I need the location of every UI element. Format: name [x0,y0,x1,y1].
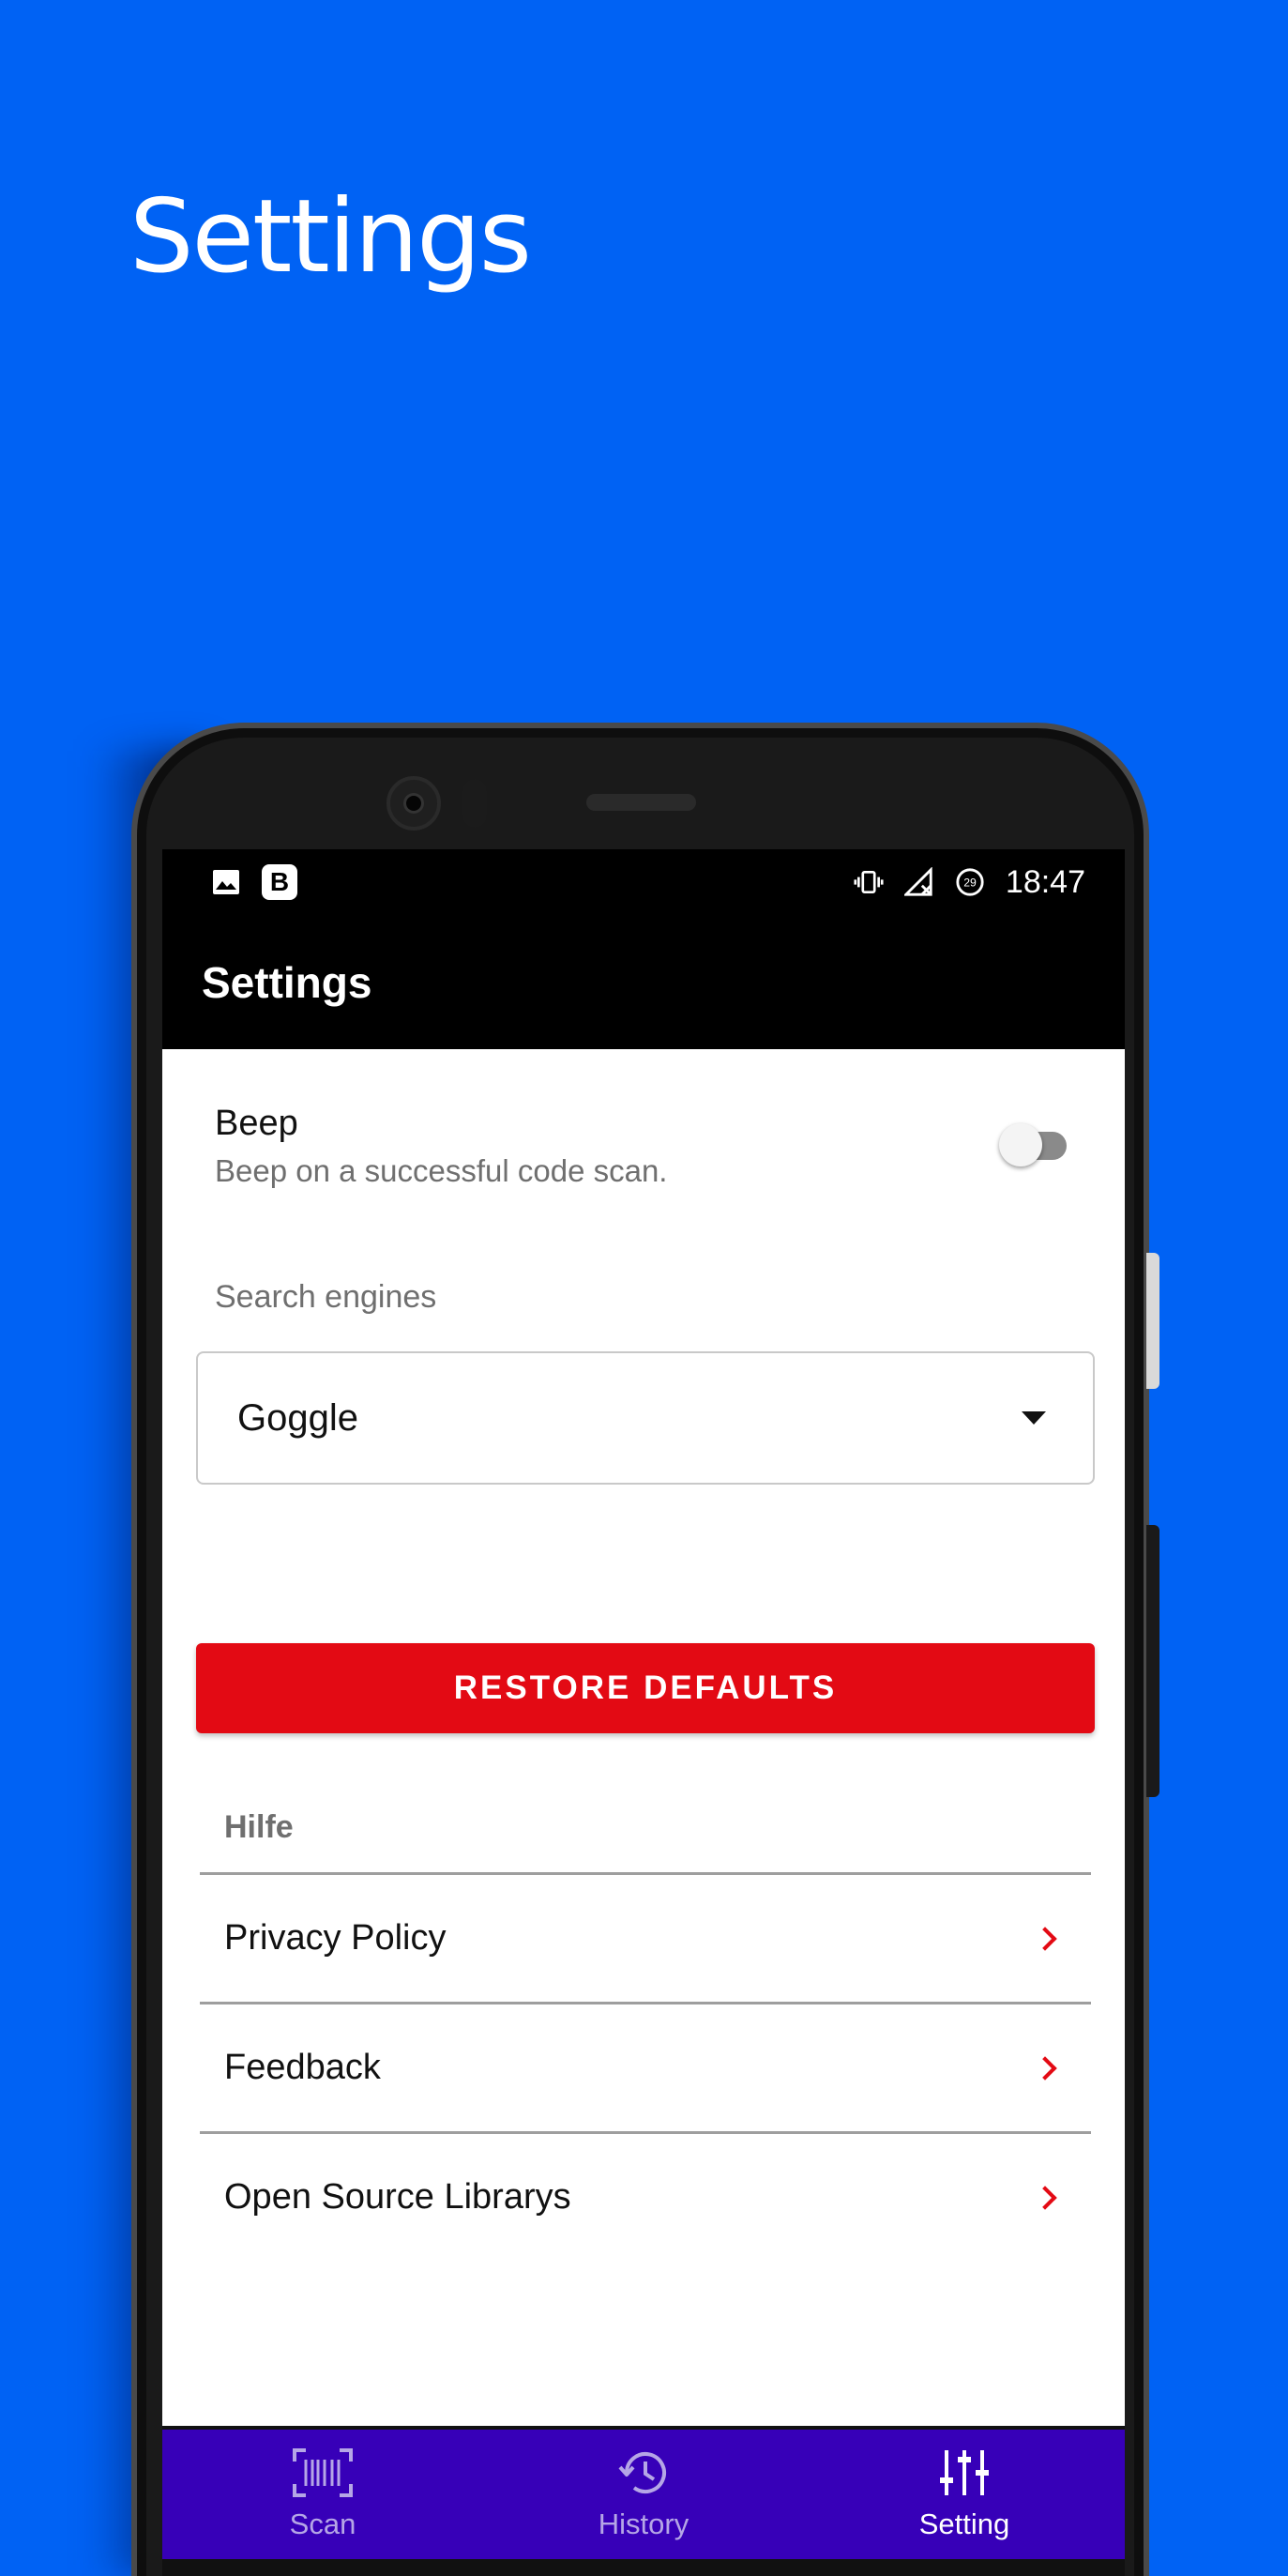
list-item-feedback[interactable]: Feedback [200,2002,1091,2131]
barcode-scan-icon [293,2447,353,2502]
screen-bottom-edge [162,2559,1125,2576]
chevron-right-icon [1033,2185,1057,2210]
help-list: Privacy Policy Feedback Open Source Libr… [200,1872,1091,2261]
front-camera [386,776,441,831]
beep-title: Beep [215,1104,298,1143]
nav-item-history[interactable]: History [483,2430,804,2559]
beep-toggle[interactable] [999,1123,1067,1166]
bottom-navigation: Scan History Setting [162,2426,1125,2559]
list-item-label: Privacy Policy [224,1918,447,1958]
search-engines-label: Search engines [215,1279,437,1315]
app-bar: Settings [162,915,1125,1049]
help-section-label: Hilfe [224,1809,294,1845]
chevron-right-icon [1033,1926,1057,1951]
nav-label-scan: Scan [289,2507,356,2540]
beep-setting[interactable]: Beep Beep on a successful code scan. [215,1104,1078,1189]
list-item-privacy-policy[interactable]: Privacy Policy [200,1872,1091,2002]
toggle-knob [999,1123,1042,1166]
list-item-open-source-libraries[interactable]: Open Source Librarys [200,2131,1091,2261]
nav-item-setting[interactable]: Setting [804,2430,1125,2559]
app-notification-icon: B [262,864,297,900]
proximity-sensor [462,779,487,828]
nav-label-setting: Setting [918,2507,1010,2540]
tune-icon [937,2448,992,2502]
earpiece-speaker [586,794,696,811]
restore-defaults-button[interactable]: RESTORE DEFAULTS [196,1643,1095,1733]
chevron-right-icon [1033,2055,1057,2081]
promo-title: Settings [129,178,532,296]
battery-saver-icon: 29 [955,867,985,897]
search-engine-select[interactable]: Goggle [196,1351,1095,1485]
phone-screen: B 29 18:47 Settings Beep Beep on a succe… [162,849,1125,2576]
list-item-label: Open Source Librarys [224,2177,571,2217]
battery-level-text: 29 [963,876,977,890]
app-bar-title: Settings [202,957,372,1007]
status-bar: B 29 18:47 [162,849,1125,915]
dropdown-arrow-icon [1022,1411,1046,1425]
nav-label-history: History [598,2507,689,2540]
power-button [1146,1525,1159,1797]
volume-button [1146,1253,1159,1389]
image-notification-icon [211,867,241,897]
history-icon [617,2448,670,2502]
vibrate-icon [854,867,884,897]
nav-item-scan[interactable]: Scan [162,2430,483,2559]
clock: 18:47 [1005,863,1085,900]
beep-subtitle: Beep on a successful code scan. [215,1153,668,1188]
search-engine-value: Goggle [237,1396,358,1439]
signal-icon [903,867,934,897]
list-item-label: Feedback [224,2048,381,2087]
